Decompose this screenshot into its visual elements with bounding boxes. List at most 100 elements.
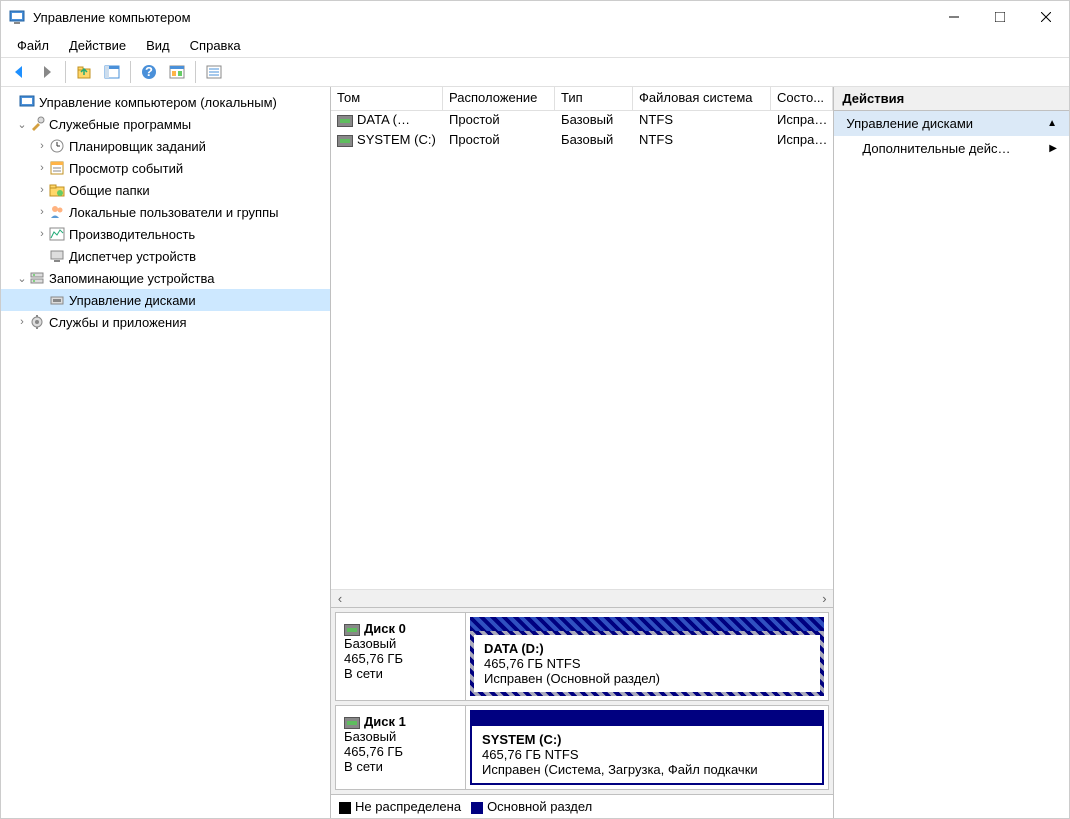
tree-storage[interactable]: ⌄ Запоминающие устройства — [1, 267, 330, 289]
actions-header: Действия — [834, 87, 1069, 111]
tree-root[interactable]: Управление компьютером (локальным) — [1, 91, 330, 113]
app-icon — [9, 9, 25, 25]
up-button[interactable] — [72, 60, 96, 84]
svg-text:?: ? — [145, 64, 153, 79]
services-icon — [29, 314, 45, 330]
navigation-tree[interactable]: Управление компьютером (локальным) ⌄ Служ… — [1, 87, 331, 818]
volume-icon — [337, 115, 353, 127]
expand-icon[interactable]: › — [35, 184, 49, 196]
tree-system-tools[interactable]: ⌄ Служебные программы — [1, 113, 330, 135]
disk-icon — [344, 624, 360, 636]
col-layout[interactable]: Расположение — [443, 87, 555, 110]
tree-label: Запоминающие устройства — [49, 271, 214, 286]
tree-label: Планировщик заданий — [69, 139, 206, 154]
scroll-right-icon[interactable]: › — [815, 591, 833, 607]
tree-label: Общие папки — [69, 183, 150, 198]
toolbar: ? — [1, 57, 1069, 87]
toolbar-separator — [195, 61, 196, 83]
minimize-button[interactable] — [931, 1, 977, 33]
tree-disk-management[interactable]: Управление дисками — [1, 289, 330, 311]
partition-box[interactable]: SYSTEM (C:)465,76 ГБ NTFSИсправен (Систе… — [470, 724, 824, 785]
tree-label: Управление дисками — [69, 293, 196, 308]
expand-icon[interactable]: › — [35, 206, 49, 218]
tree-shared-folders[interactable]: › Общие папки — [1, 179, 330, 201]
legend-swatch-unallocated — [339, 802, 351, 814]
tree-device-manager[interactable]: Диспетчер устройств — [1, 245, 330, 267]
settings-button[interactable] — [165, 60, 189, 84]
action-disk-management[interactable]: Управление дисками ▲ — [834, 111, 1069, 136]
actions-panel: Действия Управление дисками ▲ Дополнитель… — [834, 87, 1069, 818]
tree-services[interactable]: › Службы и приложения — [1, 311, 330, 333]
expand-icon[interactable]: › — [15, 316, 29, 328]
disk-info: Диск 1Базовый465,76 ГБВ сети — [336, 706, 466, 789]
col-type[interactable]: Тип — [555, 87, 633, 110]
toolbar-separator — [130, 61, 131, 83]
disk-info: Диск 0Базовый465,76 ГБВ сети — [336, 613, 466, 700]
tree-label: Службы и приложения — [49, 315, 187, 330]
volume-icon — [337, 135, 353, 147]
tree-label: Диспетчер устройств — [69, 249, 196, 264]
disk-icon — [344, 717, 360, 729]
collapse-icon[interactable]: ⌄ — [15, 118, 29, 131]
table-row[interactable]: SYSTEM (C:)ПростойБазовыйNTFSИспра… — [331, 131, 833, 151]
help-button[interactable]: ? — [137, 60, 161, 84]
toolbar-separator — [65, 61, 66, 83]
menu-action[interactable]: Действие — [61, 36, 134, 55]
disk-layout: Диск 0Базовый465,76 ГБВ сетиDATA (D:)465… — [331, 607, 833, 794]
tree-label: Управление компьютером (локальным) — [39, 95, 277, 110]
disk-row[interactable]: Диск 1Базовый465,76 ГБВ сетиSYSTEM (C:)4… — [335, 705, 829, 790]
forward-button[interactable] — [35, 60, 59, 84]
show-hide-button[interactable] — [100, 60, 124, 84]
col-volume[interactable]: Том — [331, 87, 443, 110]
partition-stripe — [470, 617, 824, 631]
clock-icon — [49, 138, 65, 154]
tree-label: Производительность — [69, 227, 195, 242]
table-row[interactable]: DATA (…ПростойБазовыйNTFSИспра… — [331, 111, 833, 131]
menu-view[interactable]: Вид — [138, 36, 178, 55]
horizontal-scrollbar[interactable]: ‹ › — [331, 589, 833, 607]
action-more[interactable]: Дополнительные дейс… ▶ — [834, 136, 1069, 161]
tree-task-scheduler[interactable]: › Планировщик заданий — [1, 135, 330, 157]
expand-icon[interactable]: › — [35, 228, 49, 240]
storage-icon — [29, 270, 45, 286]
disk-icon — [49, 292, 65, 308]
col-status[interactable]: Состо... — [771, 87, 833, 110]
back-button[interactable] — [7, 60, 31, 84]
performance-icon — [49, 226, 65, 242]
menu-bar: Файл Действие Вид Справка — [1, 33, 1069, 57]
collapse-icon: ▲ — [1047, 118, 1057, 129]
menu-file[interactable]: Файл — [9, 36, 57, 55]
maximize-button[interactable] — [977, 1, 1023, 33]
partition-box[interactable]: DATA (D:)465,76 ГБ NTFSИсправен (Основно… — [470, 631, 824, 696]
users-icon — [49, 204, 65, 220]
title-bar: Управление компьютером — [1, 1, 1069, 33]
list-button[interactable] — [202, 60, 226, 84]
volume-table: Том Расположение Тип Файловая система Со… — [331, 87, 833, 607]
action-label: Дополнительные дейс… — [862, 141, 1010, 156]
disk-row[interactable]: Диск 0Базовый465,76 ГБВ сетиDATA (D:)465… — [335, 612, 829, 701]
expand-icon[interactable]: › — [35, 140, 49, 152]
close-button[interactable] — [1023, 1, 1069, 33]
window-title: Управление компьютером — [33, 10, 931, 25]
folder-icon — [49, 182, 65, 198]
col-fs[interactable]: Файловая система — [633, 87, 771, 110]
tree-performance[interactable]: › Производительность — [1, 223, 330, 245]
tree-label: Служебные программы — [49, 117, 191, 132]
tools-icon — [29, 116, 45, 132]
collapse-icon[interactable]: ⌄ — [15, 272, 29, 285]
table-header: Том Расположение Тип Файловая система Со… — [331, 87, 833, 111]
legend-unallocated: Не распределена — [355, 799, 461, 814]
tree-event-viewer[interactable]: › Просмотр событий — [1, 157, 330, 179]
event-icon — [49, 160, 65, 176]
partition-stripe — [470, 710, 824, 724]
tree-local-users[interactable]: ›Локальные пользователи и группы — [1, 201, 330, 223]
legend-swatch-primary — [471, 802, 483, 814]
scroll-left-icon[interactable]: ‹ — [331, 591, 349, 607]
tree-label: Просмотр событий — [69, 161, 183, 176]
submenu-icon: ▶ — [1049, 143, 1057, 154]
menu-help[interactable]: Справка — [182, 36, 249, 55]
legend: Не распределена Основной раздел — [331, 794, 833, 818]
expand-icon[interactable]: › — [35, 162, 49, 174]
legend-primary: Основной раздел — [487, 799, 592, 814]
action-label: Управление дисками — [846, 116, 973, 131]
